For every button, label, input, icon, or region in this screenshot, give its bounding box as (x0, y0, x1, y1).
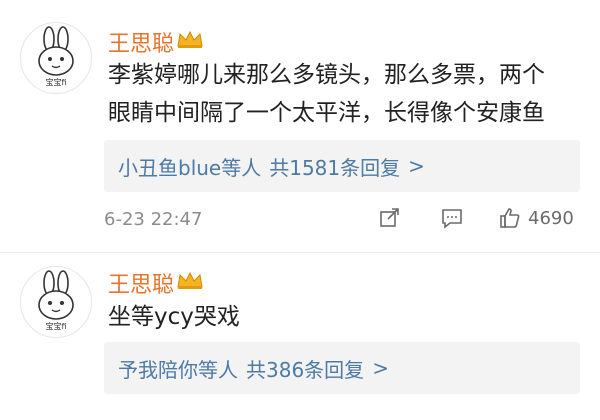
comment-time: 6-23 22:47 (104, 209, 203, 230)
like-count: 4690 (528, 207, 574, 229)
username[interactable]: 王思聪 (108, 267, 174, 299)
reply-summary[interactable]: 小丑鱼blue等人 共1581条回复 > (104, 140, 580, 192)
comment-line: 李紫婷哪儿来那么多镜头，那么多票，两个 (108, 62, 545, 88)
reply-count: 共386条回复 (246, 357, 365, 382)
rabbit-avatar-icon: 宝宝fi (38, 270, 74, 331)
comment-line: 眼睛中间隔了一个太平洋，长得像个安康鱼 (108, 100, 545, 126)
share-button[interactable] (378, 206, 402, 230)
crown-icon (177, 30, 203, 48)
svg-text:宝宝fi: 宝宝fi (45, 77, 66, 87)
crown-icon (177, 271, 203, 289)
chevron-right-icon: > (408, 154, 425, 178)
share-icon (380, 208, 399, 227)
avatar[interactable]: 宝宝fi (20, 266, 92, 338)
avatar[interactable]: 宝宝fi (20, 22, 92, 94)
comment-line: 坐等ycy哭戏 (108, 304, 240, 330)
thumbs-up-icon (500, 208, 520, 228)
comment-content: 李紫婷哪儿来那么多镜头，那么多票，两个 眼睛中间隔了一个太平洋，长得像个安康鱼 (108, 56, 580, 132)
reply-count: 共1581条回复 (269, 155, 401, 180)
reply-preview: 小丑鱼blue等人 (118, 155, 262, 180)
divider (0, 252, 600, 253)
reply-preview: 予我陪你等人 (118, 357, 238, 382)
comment-item: 宝宝fi 王思聪 李紫婷哪儿来那么多镜头，那么多票，两个 眼睛中间隔了一个太平洋… (0, 0, 600, 258)
reply-summary[interactable]: 予我陪你等人 共386条回复 > (104, 342, 580, 394)
like-button[interactable]: 4690 (498, 206, 574, 230)
comment-content: 坐等ycy哭戏 (108, 298, 580, 336)
svg-text:宝宝fi: 宝宝fi (45, 321, 66, 331)
comment-item: 宝宝fi 王思聪 坐等ycy哭戏 予我陪你等人 共386条回复 > (0, 258, 600, 420)
username[interactable]: 王思聪 (108, 26, 174, 58)
comment-button[interactable] (440, 206, 464, 230)
chevron-right-icon: > (372, 356, 389, 380)
rabbit-avatar-icon: 宝宝fi (38, 26, 74, 87)
comment-icon (442, 209, 462, 229)
